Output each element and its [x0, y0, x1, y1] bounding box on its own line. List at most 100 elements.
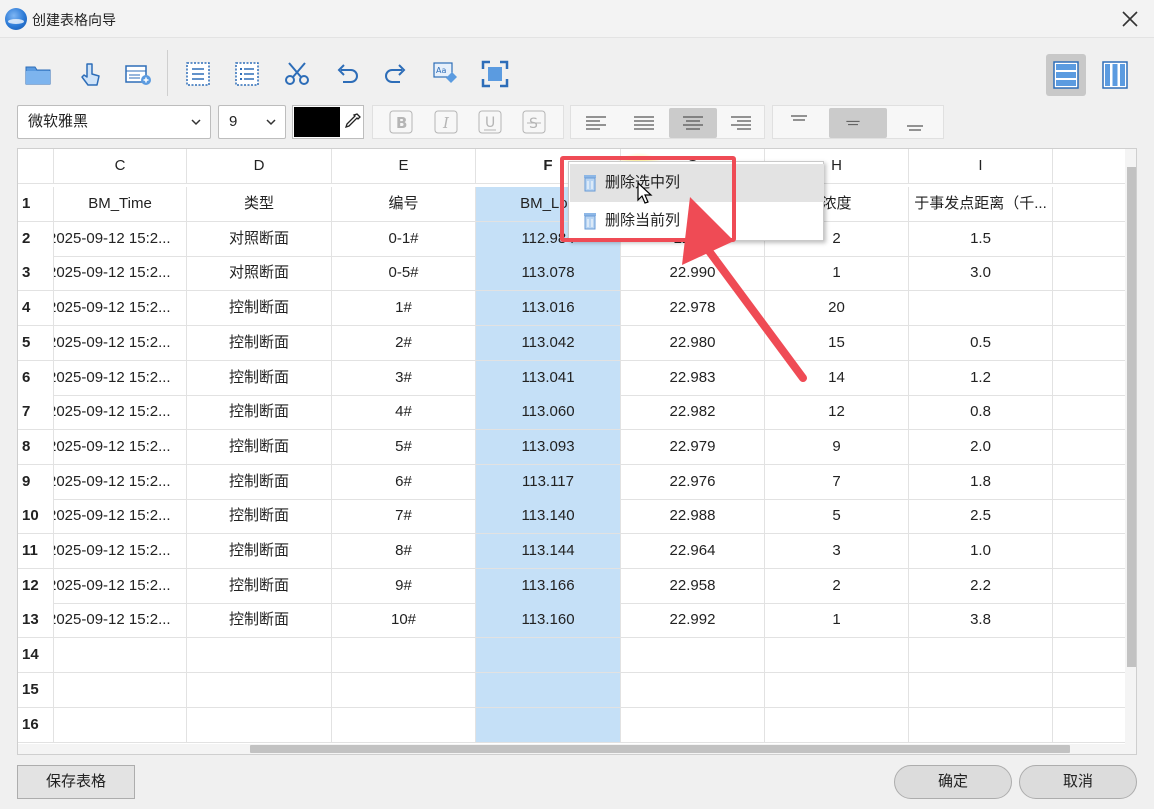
table-cell[interactable]: 113.016: [476, 291, 621, 327]
table-cell[interactable]: 控制断面: [187, 568, 332, 604]
table-cell[interactable]: 15: [765, 325, 909, 361]
table-cell[interactable]: 2025-09-12 15:2...: [54, 291, 187, 327]
column-view-icon[interactable]: [1095, 54, 1135, 96]
row-header[interactable]: 5: [18, 325, 54, 361]
bold-icon[interactable]: B: [387, 108, 415, 136]
menu-item-delete-selected-columns[interactable]: 删除选中列: [570, 164, 824, 202]
table-cell[interactable]: [332, 672, 476, 708]
table-cell[interactable]: 20: [765, 291, 909, 327]
table-cell[interactable]: 2: [765, 568, 909, 604]
valign-bottom-icon[interactable]: [891, 108, 939, 138]
table-cell[interactable]: 控制断面: [187, 429, 332, 465]
table-cell[interactable]: 2025-09-12 15:2...: [54, 221, 187, 257]
table-cell[interactable]: 14: [765, 360, 909, 396]
table-cell[interactable]: 22.980: [621, 325, 765, 361]
row-header[interactable]: 9: [18, 464, 54, 500]
table-cell[interactable]: [187, 707, 332, 743]
menu-item-delete-current-column[interactable]: 删除当前列: [570, 202, 824, 240]
table-cell[interactable]: 2#: [332, 325, 476, 361]
cancel-button[interactable]: 取消: [1019, 765, 1137, 799]
corner-cell[interactable]: [18, 149, 54, 184]
table-cell[interactable]: 1.5: [909, 221, 1053, 257]
table-cell[interactable]: 1.8: [909, 464, 1053, 500]
column-header-e[interactable]: E: [332, 149, 476, 184]
table-cell[interactable]: [54, 707, 187, 743]
table-cell[interactable]: 22.976: [621, 464, 765, 500]
table-cell[interactable]: 113.140: [476, 499, 621, 535]
table-cell[interactable]: 2.0: [909, 429, 1053, 465]
table-cell[interactable]: [909, 672, 1053, 708]
table-cell[interactable]: [54, 638, 187, 674]
table-cell[interactable]: [476, 707, 621, 743]
row-header[interactable]: 4: [18, 291, 54, 327]
table-cell[interactable]: 113.144: [476, 534, 621, 569]
table-cell[interactable]: 7: [765, 464, 909, 500]
table-cell[interactable]: [909, 707, 1053, 743]
table-cell[interactable]: [909, 291, 1053, 327]
column-header-d[interactable]: D: [187, 149, 332, 184]
redo-icon[interactable]: [380, 58, 412, 90]
table-cell[interactable]: 22.958: [621, 568, 765, 604]
table-cell[interactable]: 2025-09-12 15:2...: [54, 568, 187, 604]
row-header[interactable]: 13: [18, 603, 54, 639]
font-size-select[interactable]: 9: [218, 105, 286, 139]
table-cell[interactable]: [621, 707, 765, 743]
table-cell[interactable]: 113.078: [476, 256, 621, 292]
row-header[interactable]: 2: [18, 221, 54, 257]
table-cell[interactable]: 2025-09-12 15:2...: [54, 603, 187, 639]
table-cell[interactable]: 22.983: [621, 360, 765, 396]
insert-table-icon[interactable]: [122, 58, 154, 90]
align-left-icon[interactable]: [572, 108, 620, 138]
row-header[interactable]: 16: [18, 707, 54, 743]
touch-pointer-icon[interactable]: [74, 58, 106, 90]
table-cell[interactable]: 12: [765, 395, 909, 431]
table-cell[interactable]: 22.979: [621, 429, 765, 465]
text-color-picker[interactable]: [292, 105, 364, 139]
table-cell[interactable]: 9: [765, 429, 909, 465]
undo-icon[interactable]: [331, 58, 363, 90]
table-cell[interactable]: [765, 638, 909, 674]
row-header[interactable]: 15: [18, 672, 54, 708]
strikethrough-icon[interactable]: S: [520, 108, 548, 136]
table-cell[interactable]: 22.990: [621, 256, 765, 292]
row-header[interactable]: 7: [18, 395, 54, 431]
table-cell[interactable]: [332, 707, 476, 743]
row-header[interactable]: 14: [18, 638, 54, 674]
table-cell[interactable]: 2025-09-12 15:2...: [54, 499, 187, 535]
table-cell[interactable]: 2025-09-12 15:2...: [54, 360, 187, 396]
text-format-icon[interactable]: Aa: [430, 58, 462, 90]
table-cell[interactable]: 1.0: [909, 534, 1053, 569]
column-header-i[interactable]: I: [909, 149, 1053, 184]
table-cell[interactable]: 2025-09-12 15:2...: [54, 395, 187, 431]
table-cell[interactable]: [765, 672, 909, 708]
table-cell[interactable]: [621, 638, 765, 674]
close-icon[interactable]: [1116, 5, 1144, 33]
table-cell[interactable]: 2.2: [909, 568, 1053, 604]
table-cell[interactable]: 1.2: [909, 360, 1053, 396]
align-right-icon[interactable]: [717, 108, 765, 138]
row-header[interactable]: 11: [18, 534, 54, 569]
table-cell[interactable]: 对照断面: [187, 256, 332, 292]
table-cell[interactable]: 编号: [332, 187, 476, 222]
row-view-icon[interactable]: [1046, 54, 1086, 96]
ok-button[interactable]: 确定: [894, 765, 1012, 799]
table-cell[interactable]: 3.0: [909, 256, 1053, 292]
font-name-select[interactable]: 微软雅黑: [17, 105, 211, 139]
underline-icon[interactable]: U: [476, 108, 504, 136]
table-cell[interactable]: 对照断面: [187, 221, 332, 257]
valign-middle-icon[interactable]: [829, 108, 887, 138]
table-cell[interactable]: 2025-09-12 15:2...: [54, 464, 187, 500]
italic-icon[interactable]: I: [432, 108, 460, 136]
table-cell[interactable]: 9#: [332, 568, 476, 604]
table-cell[interactable]: 控制断面: [187, 325, 332, 361]
table-cell[interactable]: 113.166: [476, 568, 621, 604]
table-cell[interactable]: 113.117: [476, 464, 621, 500]
table-cell[interactable]: 控制断面: [187, 534, 332, 569]
table-cell[interactable]: [621, 672, 765, 708]
table-cell[interactable]: [765, 707, 909, 743]
table-cell[interactable]: 2025-09-12 15:2...: [54, 256, 187, 292]
table-cell[interactable]: 2025-09-12 15:2...: [54, 534, 187, 569]
table-cell[interactable]: 22.988: [621, 499, 765, 535]
horizontal-scroll-track[interactable]: [18, 744, 1136, 754]
table-cell[interactable]: [332, 638, 476, 674]
